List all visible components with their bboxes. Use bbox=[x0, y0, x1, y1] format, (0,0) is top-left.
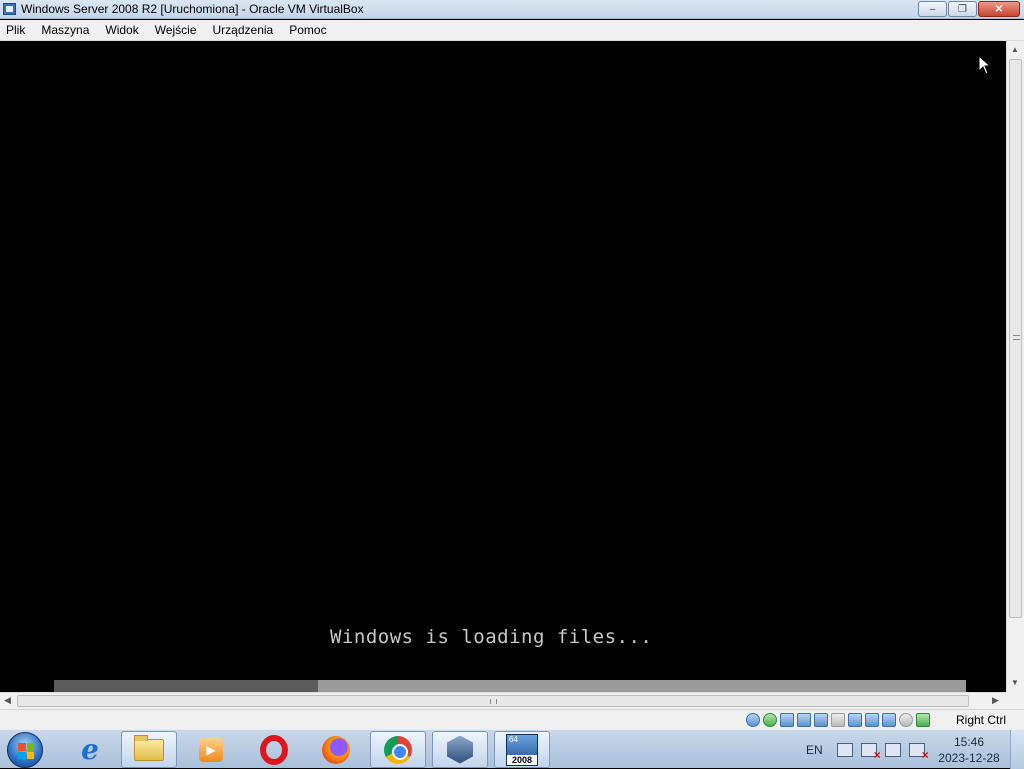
vm-status-bar: Right Ctrl bbox=[0, 709, 1024, 729]
clock[interactable]: 15:46 2023-12-28 bbox=[936, 734, 1002, 766]
start-button[interactable] bbox=[7, 732, 43, 768]
usb-icon[interactable] bbox=[814, 713, 828, 727]
boot-progress-fill bbox=[54, 680, 319, 692]
network-tray-icon[interactable] bbox=[884, 742, 901, 757]
taskbar-chrome[interactable] bbox=[370, 731, 426, 768]
internet-explorer-icon: e bbox=[81, 733, 99, 766]
menu-wejscie[interactable]: Wejście bbox=[151, 23, 205, 37]
network-icon[interactable] bbox=[797, 713, 811, 727]
host-key-label: Right Ctrl bbox=[956, 713, 1007, 727]
vertical-scrollbar[interactable]: ▲ ▼ bbox=[1006, 41, 1024, 693]
window-title: Windows Server 2008 R2 [Uruchomiona] - O… bbox=[21, 2, 364, 16]
taskbar-virtualbox[interactable] bbox=[432, 731, 488, 768]
show-desktop-button[interactable] bbox=[1010, 730, 1024, 769]
media-player-icon: ▶ bbox=[199, 737, 223, 762]
windows-logo-icon bbox=[18, 743, 34, 759]
menu-maszyna[interactable]: Maszyna bbox=[37, 23, 97, 37]
menu-bar: Plik Maszyna Widok Wejście Urządzenia Po… bbox=[0, 20, 1024, 41]
scroll-corner bbox=[1006, 693, 1024, 710]
scroll-down-arrow-icon[interactable]: ▼ bbox=[1011, 678, 1019, 687]
taskbar-windows-server-2008[interactable]: 64 2008 bbox=[494, 731, 550, 768]
maximize-button[interactable]: ❐ bbox=[948, 1, 977, 17]
taskbar-opera[interactable] bbox=[246, 731, 302, 768]
scroll-right-arrow-icon[interactable]: ▶ bbox=[992, 695, 999, 706]
audio-icon[interactable] bbox=[780, 713, 794, 727]
taskbar-media-player[interactable]: ▶ bbox=[183, 731, 239, 768]
taskbar-firefox[interactable] bbox=[308, 731, 364, 768]
mouse-integration-icon[interactable] bbox=[899, 713, 913, 727]
folder-icon bbox=[134, 734, 164, 761]
hard-disk-icon[interactable] bbox=[746, 713, 760, 727]
clock-date: 2023-12-28 bbox=[938, 751, 1000, 765]
taskbar-internet-explorer[interactable]: e bbox=[62, 731, 118, 768]
menu-pomoc[interactable]: Pomoc bbox=[285, 23, 334, 37]
vm-display[interactable]: Windows is loading files... bbox=[0, 41, 1006, 693]
system-tray: EN bbox=[806, 730, 933, 769]
clock-time: 15:46 bbox=[953, 735, 985, 749]
virtualbox-icon bbox=[447, 735, 473, 764]
volume-muted-icon[interactable] bbox=[908, 742, 929, 762]
video-capture-icon[interactable] bbox=[865, 713, 879, 727]
menu-plik[interactable]: Plik bbox=[2, 23, 33, 37]
virtualization-icon[interactable] bbox=[882, 713, 896, 727]
taskbar-windows-explorer[interactable] bbox=[121, 731, 177, 768]
language-indicator[interactable]: EN bbox=[806, 743, 823, 757]
optical-drive-icon[interactable] bbox=[763, 713, 777, 727]
keyboard-icon[interactable] bbox=[836, 742, 853, 757]
mouse-pointer-icon bbox=[978, 55, 992, 75]
menu-widok[interactable]: Widok bbox=[101, 23, 146, 37]
opera-icon bbox=[260, 734, 288, 765]
title-bar: Windows Server 2008 R2 [Uruchomiona] - O… bbox=[0, 0, 1024, 19]
minimize-button[interactable]: ‒ bbox=[918, 1, 947, 17]
shared-folders-icon[interactable] bbox=[831, 713, 845, 727]
menu-urzadzenia[interactable]: Urządzenia bbox=[209, 23, 282, 37]
scroll-left-arrow-icon[interactable]: ◀ bbox=[4, 695, 11, 706]
action-center-flag-icon[interactable] bbox=[860, 742, 881, 762]
keyboard-capture-icon[interactable] bbox=[916, 713, 930, 727]
virtualbox-app-icon bbox=[2, 1, 18, 17]
firefox-icon bbox=[322, 735, 350, 764]
scroll-up-arrow-icon[interactable]: ▲ bbox=[1011, 45, 1019, 54]
chrome-icon bbox=[384, 735, 412, 764]
vertical-scroll-thumb[interactable] bbox=[1009, 59, 1022, 618]
windows-taskbar: e ▶ 64 2008 EN 15:46 2023-12-28 bbox=[0, 729, 1024, 769]
horizontal-scroll-thumb[interactable] bbox=[17, 695, 969, 707]
display-icon[interactable] bbox=[848, 713, 862, 727]
windows-server-2008-icon: 64 2008 bbox=[506, 733, 538, 766]
horizontal-scrollbar[interactable]: ◀ ▶ bbox=[0, 692, 1006, 709]
boot-loading-text: Windows is loading files... bbox=[330, 626, 653, 648]
close-button[interactable]: ✕ bbox=[978, 1, 1020, 17]
